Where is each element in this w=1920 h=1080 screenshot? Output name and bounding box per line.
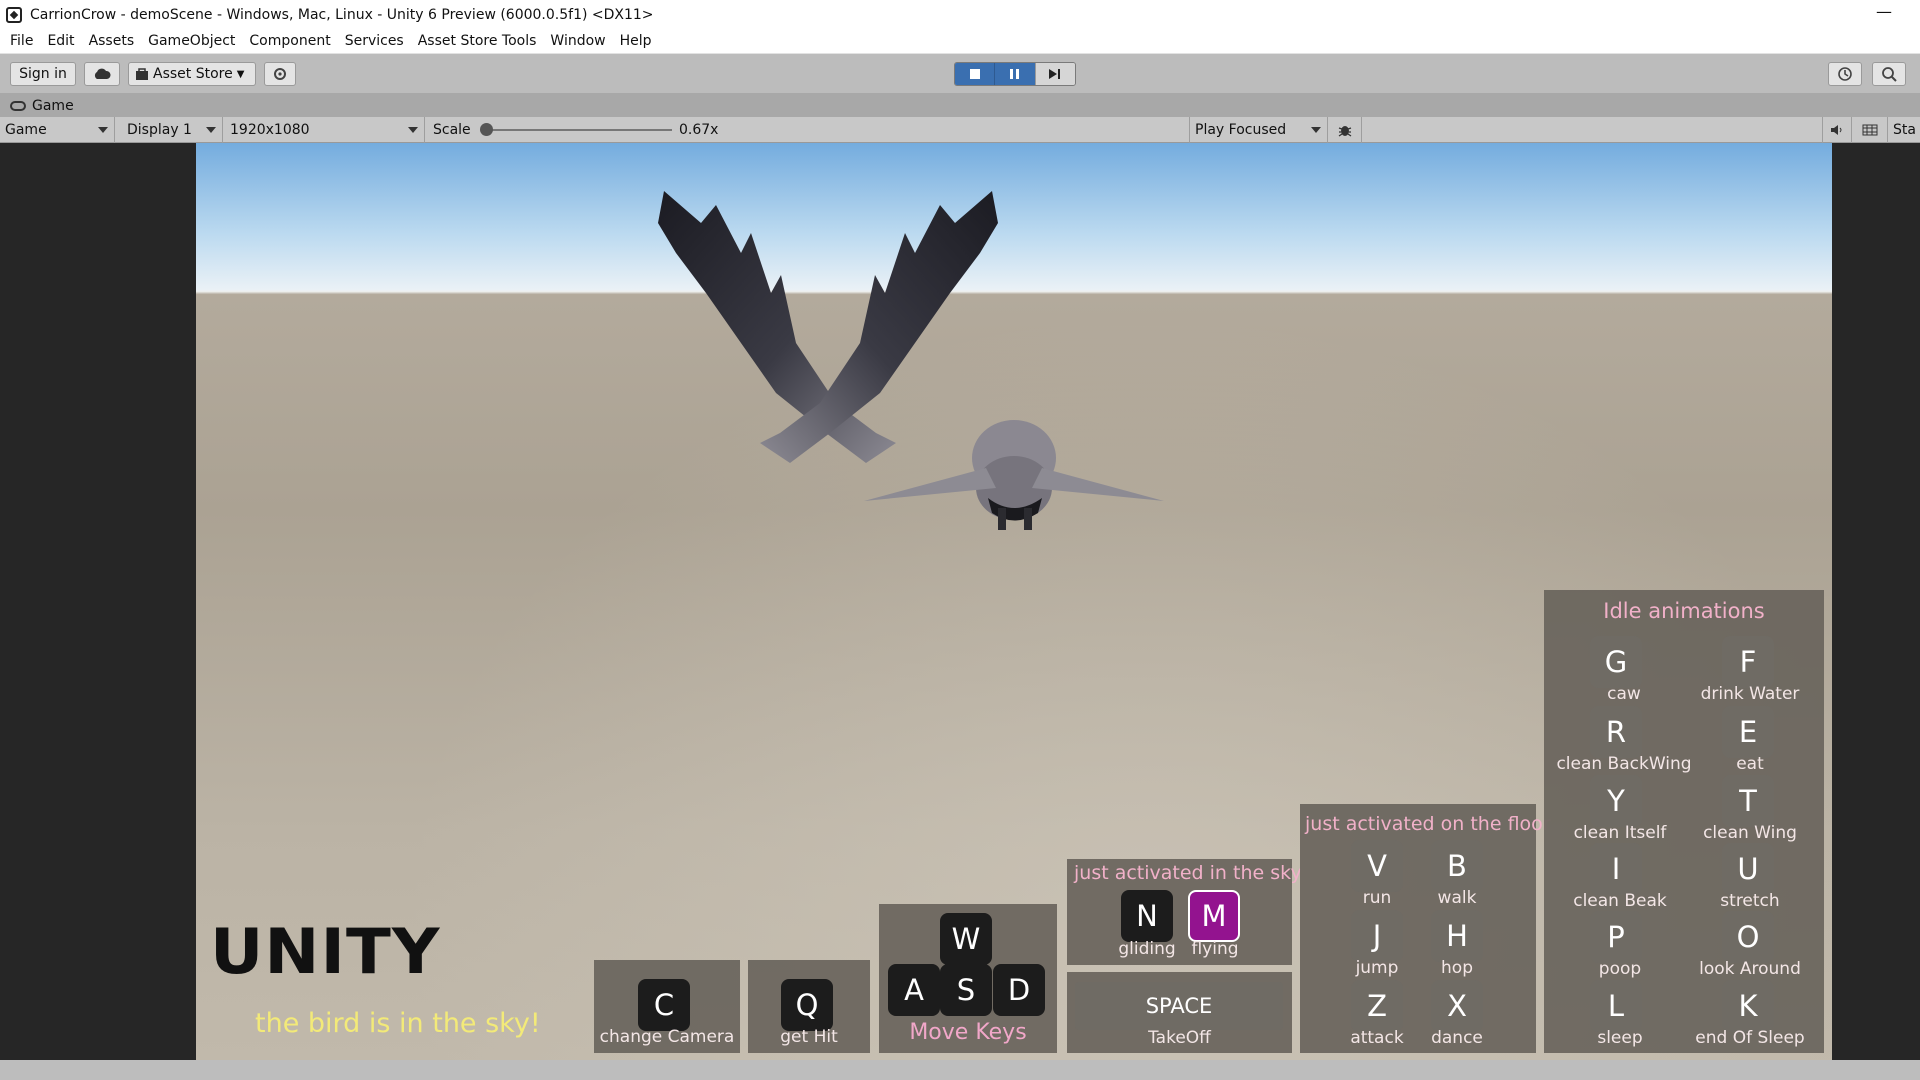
search-icon [1882,67,1897,82]
tab-game[interactable]: Game [6,95,82,117]
asset-store-button[interactable]: Asset Store ▼ [128,62,256,86]
menu-component[interactable]: Component [242,33,337,49]
shopping-bag-icon [136,68,148,80]
menu-help[interactable]: Help [613,33,659,49]
sign-in-button[interactable]: Sign in [10,62,76,86]
gamepad-icon [10,101,26,111]
menu-edit[interactable]: Edit [40,33,81,49]
frame-debugger-button[interactable] [1328,117,1362,143]
game-view-controls: Game Display 1 1920x1080 Scale 0.67x Pla… [0,117,1920,143]
minimize-button[interactable]: — [1874,2,1894,22]
chevron-down-icon: ▼ [236,68,245,80]
cloud-icon [94,68,111,79]
grid-icon [1862,124,1877,136]
tab-game-label: Game [32,98,74,114]
history-icon [1838,67,1852,81]
menu-gameobject[interactable]: GameObject [141,33,242,49]
gear-icon [274,68,286,80]
menu-asset-store-tools[interactable]: Asset Store Tools [411,33,544,49]
unity-app-icon [6,6,22,23]
stop-button[interactable] [955,63,995,85]
resolution-dropdown[interactable]: 1920x1080 [223,117,425,143]
asset-store-label: Asset Store [153,66,233,82]
scale-value: 0.67x [679,122,719,138]
stop-icon [969,69,980,79]
display-dropdown[interactable]: Display 1 [120,117,223,143]
scale-slider-track[interactable] [487,129,672,131]
chevron-down-icon [206,127,216,133]
crow-model [658,191,1164,530]
scale-slider-thumb[interactable] [480,123,493,136]
mute-audio-button[interactable] [1822,117,1852,143]
menu-assets[interactable]: Assets [82,33,142,49]
pause-icon [1009,69,1019,79]
display-value: Display 1 [127,122,192,138]
pause-button[interactable] [994,63,1035,85]
menu-file[interactable]: File [3,33,40,49]
gizmos-grid-button[interactable] [1852,117,1888,143]
play-focus-dropdown[interactable]: Play Focused [1190,117,1328,143]
main-toolbar: Sign in Asset Store ▼ [0,54,1920,93]
menu-window[interactable]: Window [543,33,612,49]
game-tab-bar: Game [0,93,1920,117]
settings-button[interactable] [264,62,296,86]
game-mode-value: Game [5,122,47,138]
scale-label: Scale [433,122,471,138]
menu-services[interactable]: Services [338,33,411,49]
bug-icon [1338,126,1351,137]
chevron-down-icon [408,127,418,133]
title-bar: CarrionCrow - demoScene - Windows, Mac, … [0,0,1920,29]
play-focus-value: Play Focused [1195,122,1287,138]
stats-label: Sta [1893,122,1916,138]
step-button[interactable] [1034,63,1075,85]
game-viewport[interactable] [196,143,1832,1060]
history-button[interactable] [1828,62,1862,86]
resolution-value: 1920x1080 [230,122,310,138]
status-bar [0,1060,1920,1080]
window-title: CarrionCrow - demoScene - Windows, Mac, … [30,6,654,23]
cloud-button[interactable] [84,62,120,86]
menu-bar: File Edit Assets GameObject Component Se… [0,29,1920,54]
sign-in-label: Sign in [19,66,67,82]
chevron-down-icon [1311,127,1321,133]
game-mode-dropdown[interactable]: Game [0,117,115,143]
speaker-icon [1831,125,1842,135]
chevron-down-icon [98,127,108,133]
playback-controls [954,62,1076,86]
stats-button[interactable]: Sta [1888,117,1920,143]
step-forward-icon [1049,69,1061,79]
search-button[interactable] [1872,62,1906,86]
